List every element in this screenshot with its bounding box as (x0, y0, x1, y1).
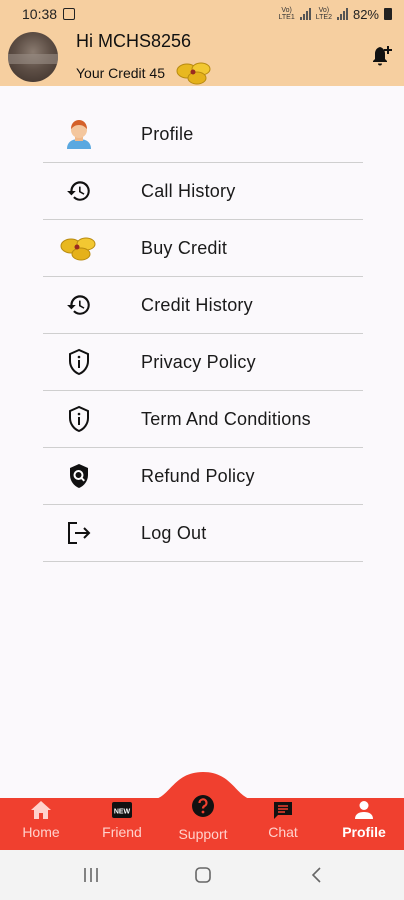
history-icon (43, 292, 117, 318)
nav-label: Support (178, 826, 228, 842)
status-bar: 10:38 Vo) LTE1 Vo) LTE2 82% (0, 0, 404, 28)
nav-profile[interactable]: Profile (324, 800, 404, 840)
menu-item-label: Buy Credit (141, 237, 228, 258)
signal-icon (336, 8, 348, 20)
nav-label: Home (22, 824, 60, 840)
nav-friend[interactable]: NEW Friend (82, 800, 162, 840)
logout-icon (43, 521, 117, 545)
coins-icon (43, 234, 117, 262)
system-navigation-bar (0, 850, 404, 900)
home-button-icon[interactable] (194, 866, 212, 884)
menu-item-label: Refund Policy (141, 465, 255, 486)
battery-icon (384, 8, 392, 20)
menu-item-label: Credit History (141, 294, 253, 315)
menu-item-label: Profile (141, 123, 194, 144)
menu-item-credit-history[interactable]: Credit History (43, 277, 363, 334)
sim2-volte-icon: Vo) LTE2 (315, 7, 332, 21)
new-badge-text: NEW (114, 809, 131, 816)
credit-text: Your Credit 45 (76, 65, 165, 81)
nav-chat[interactable]: Chat (243, 800, 323, 840)
menu-item-privacy-policy[interactable]: Privacy Policy (43, 334, 363, 391)
nav-home[interactable]: Home (1, 800, 81, 840)
menu-item-label: Privacy Policy (141, 351, 256, 372)
notification-bell-icon[interactable] (370, 44, 394, 68)
app-header: Hi MCHS8256 Your Credit 45 (0, 28, 404, 86)
menu-item-logout[interactable]: Log Out (43, 505, 363, 562)
nav-support[interactable]: Support (163, 794, 243, 842)
greeting-text: Hi MCHS8256 (76, 31, 192, 51)
menu-item-label: Call History (141, 180, 236, 201)
home-icon (31, 801, 51, 819)
menu-item-profile[interactable]: Profile (43, 106, 363, 163)
back-icon[interactable] (310, 866, 324, 884)
nav-label: Chat (268, 824, 298, 840)
status-time: 10:38 (22, 6, 58, 22)
sim1-volte-icon: Vo) LTE1 (278, 7, 295, 21)
menu-item-label: Term And Conditions (141, 408, 311, 429)
recents-icon[interactable] (82, 866, 100, 884)
info-shield-icon (43, 348, 117, 376)
info-shield-icon (43, 405, 117, 433)
menu-item-terms[interactable]: Term And Conditions (43, 391, 363, 448)
person-avatar-icon (43, 119, 117, 149)
menu-item-label: Log Out (141, 522, 207, 543)
chat-icon (274, 802, 292, 819)
help-circle-icon (192, 795, 214, 817)
nav-label: Friend (102, 824, 142, 840)
history-icon (43, 178, 117, 204)
search-shield-icon (43, 462, 117, 490)
signal-icon (299, 8, 311, 20)
credit-line: Your Credit 45 (76, 60, 215, 86)
nav-label: Profile (342, 824, 386, 840)
menu-item-buy-credit[interactable]: Buy Credit (43, 220, 363, 277)
status-right: Vo) LTE1 Vo) LTE2 82% (279, 7, 392, 22)
avatar[interactable] (8, 32, 58, 82)
profile-menu: Profile Call History Buy Credit Credit H… (43, 106, 363, 562)
menu-item-refund-policy[interactable]: Refund Policy (43, 448, 363, 505)
image-notification-icon (63, 8, 76, 20)
menu-item-call-history[interactable]: Call History (43, 163, 363, 220)
new-badge-icon: NEW (112, 802, 132, 818)
battery-percent: 82% (352, 6, 379, 22)
coins-icon (176, 62, 211, 85)
person-icon (355, 801, 373, 819)
